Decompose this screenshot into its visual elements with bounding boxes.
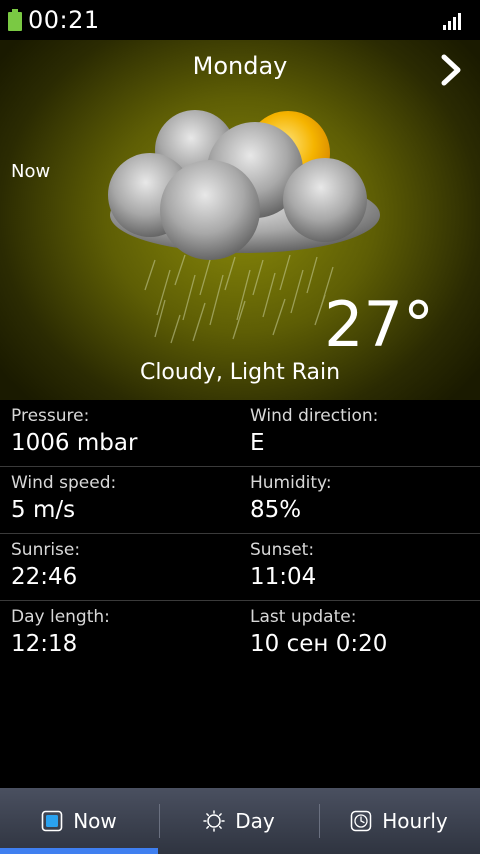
- detail-row: Sunrise: 22:46 Sunset: 11:04: [0, 534, 480, 601]
- wind-direction-value: E: [250, 430, 265, 456]
- day-length-value: 12:18: [11, 631, 78, 657]
- bottom-tab-bar: Now Day Hourly: [0, 788, 480, 854]
- wind-direction-label: Wind direction:: [250, 406, 379, 426]
- pressure-value: 1006 mbar: [11, 430, 138, 456]
- last-update-cell: Last update: 10 сен 0:20: [250, 601, 480, 657]
- pressure-cell: Pressure: 1006 mbar: [11, 400, 241, 456]
- current-weather-panel: Monday Now 27° Cloudy, Light Rain: [0, 40, 480, 400]
- clock-icon: [350, 810, 372, 832]
- signal-icon: [443, 13, 461, 30]
- selected-tab-indicator: [0, 848, 158, 854]
- weather-details: Pressure: 1006 mbar Wind direction: E Wi…: [0, 400, 480, 667]
- tab-hourly-label: Hourly: [382, 809, 448, 833]
- battery-icon: [8, 9, 22, 31]
- tab-hourly[interactable]: Hourly: [320, 788, 478, 854]
- square-icon: [41, 810, 63, 832]
- sun-outline-icon: [203, 810, 225, 832]
- sunset-cell: Sunset: 11:04: [250, 534, 480, 590]
- weather-condition: Cloudy, Light Rain: [139, 360, 341, 385]
- wind-speed-cell: Wind speed: 5 m/s: [11, 467, 241, 523]
- temperature: 27°: [324, 288, 434, 361]
- sunrise-label: Sunrise:: [11, 540, 81, 560]
- status-bar: 00:21: [0, 0, 480, 40]
- detail-row: Pressure: 1006 mbar Wind direction: E: [0, 400, 480, 467]
- humidity-label: Humidity:: [250, 473, 332, 493]
- tab-now-label: Now: [73, 809, 117, 833]
- sunset-value: 11:04: [250, 564, 317, 590]
- chevron-right-icon[interactable]: [432, 52, 468, 88]
- sunrise-cell: Sunrise: 22:46: [11, 534, 241, 590]
- humidity-cell: Humidity: 85%: [250, 467, 480, 523]
- day-length-cell: Day length: 12:18: [11, 601, 241, 657]
- sunset-label: Sunset:: [250, 540, 315, 560]
- wind-speed-value: 5 m/s: [11, 497, 76, 523]
- last-update-label: Last update:: [250, 607, 357, 627]
- detail-row: Wind speed: 5 m/s Humidity: 85%: [0, 467, 480, 534]
- day-length-label: Day length:: [11, 607, 110, 627]
- sunrise-value: 22:46: [11, 564, 78, 590]
- humidity-value: 85%: [250, 497, 302, 523]
- tab-now[interactable]: Now: [0, 788, 158, 854]
- tab-day[interactable]: Day: [160, 788, 318, 854]
- pressure-label: Pressure:: [11, 406, 90, 426]
- status-time: 00:21: [28, 6, 100, 34]
- last-update-value: 10 сен 0:20: [250, 631, 388, 657]
- wind-speed-label: Wind speed:: [11, 473, 117, 493]
- now-label: Now: [11, 161, 51, 182]
- detail-row: Day length: 12:18 Last update: 10 сен 0:…: [0, 601, 480, 667]
- tab-day-label: Day: [235, 809, 275, 833]
- wind-direction-cell: Wind direction: E: [250, 400, 480, 456]
